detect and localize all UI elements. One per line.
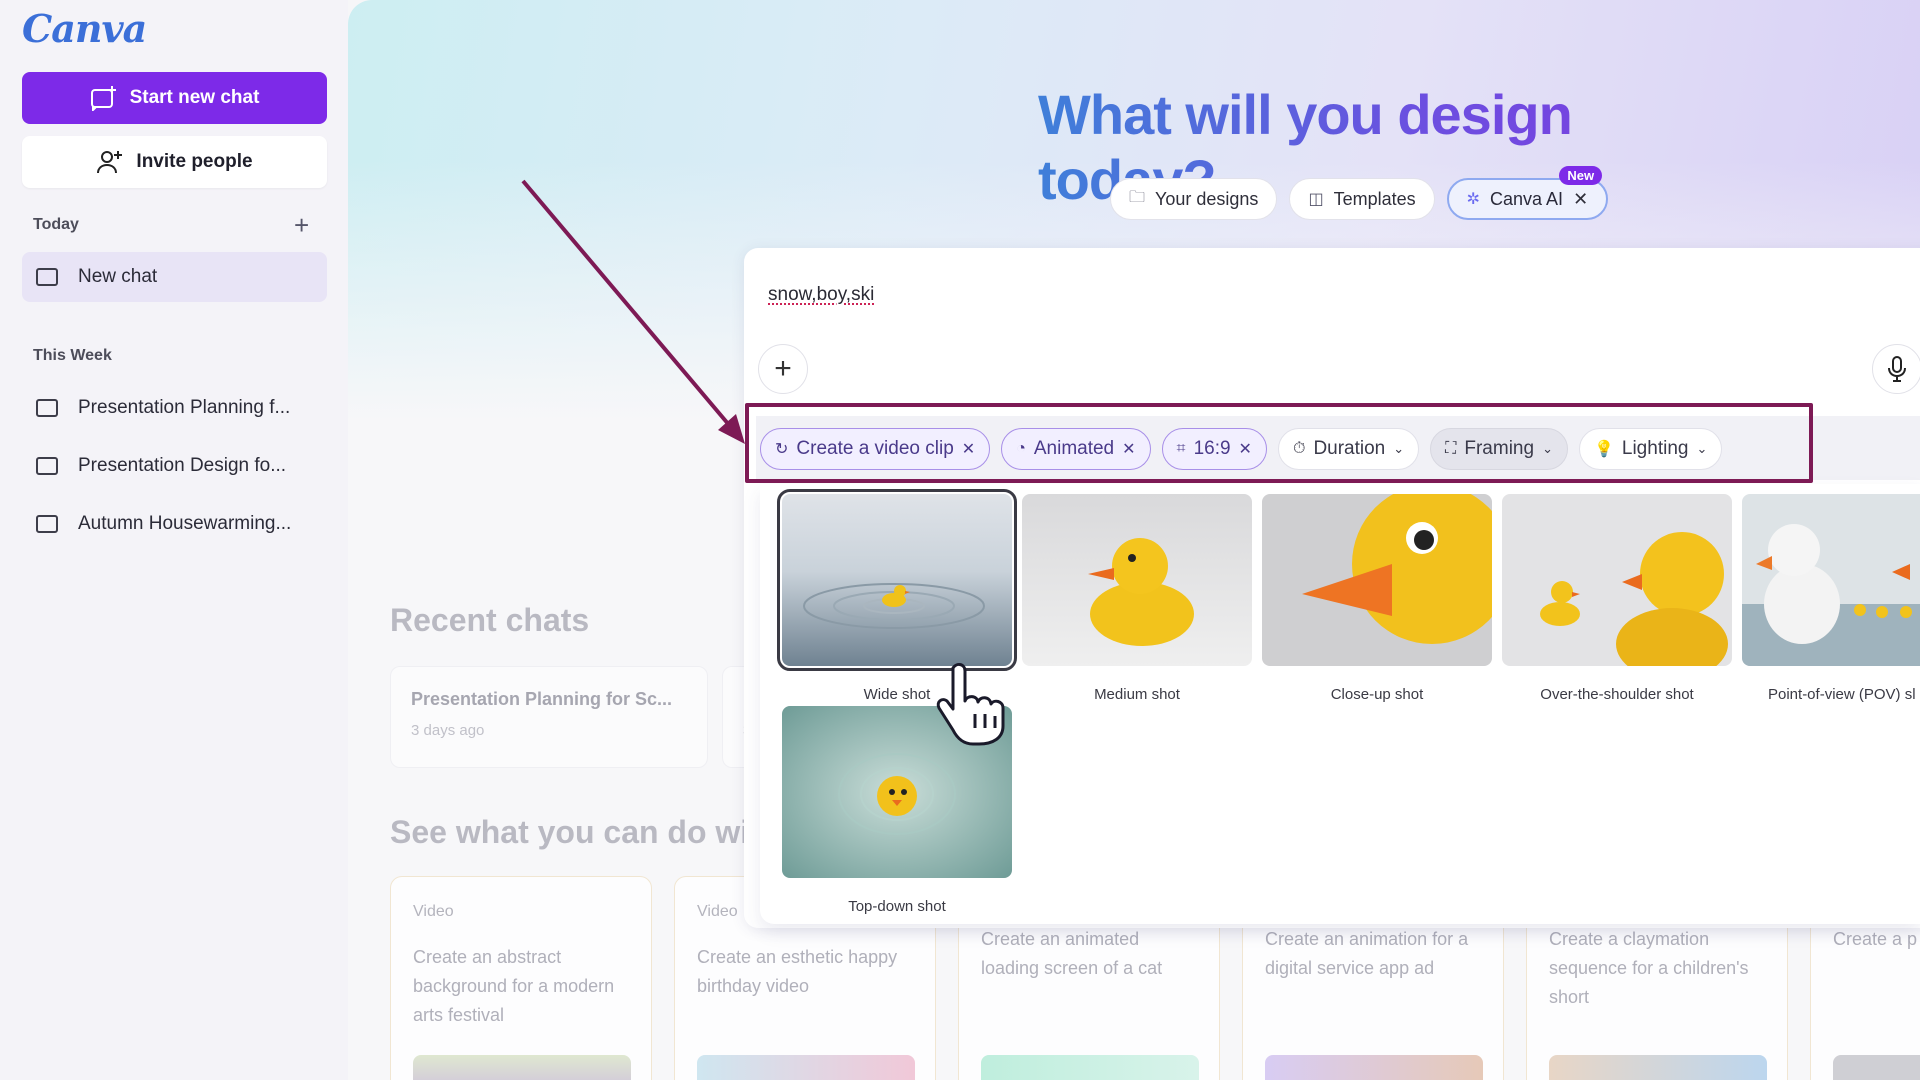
close-icon[interactable]: ✕ <box>1573 189 1588 210</box>
template-text: Create a claymation sequence for a child… <box>1549 929 1749 1007</box>
template-text: Create an animated loading screen of a c… <box>981 929 1163 978</box>
tab-label: Canva AI <box>1490 188 1564 209</box>
tab-templates[interactable]: ◫ Templates <box>1289 178 1435 220</box>
sidebar-item-chat[interactable]: Presentation Planning f... <box>22 383 327 433</box>
invite-people-button[interactable]: Invite people <box>22 136 327 188</box>
template-text: Create an animation for a digital servic… <box>1265 929 1469 978</box>
new-chat-icon <box>90 86 116 111</box>
this-week-label: This Week <box>33 347 112 364</box>
invite-people-label: Invite people <box>136 151 253 172</box>
sidebar-item-chat[interactable]: Presentation Design fo... <box>22 441 327 491</box>
recent-chats-title: Recent chats <box>390 602 590 638</box>
template-thumbnail <box>1549 1055 1767 1080</box>
framing-dropdown: Wide shot Medium shot Close-up shot Over… <box>760 484 1920 924</box>
template-thumbnail <box>697 1055 915 1080</box>
start-new-chat-button[interactable]: Start new chat <box>22 72 327 124</box>
recent-chat-title: Presentation Planning for Sc... <box>411 689 673 709</box>
chat-bubble-icon <box>36 399 58 417</box>
sidebar-item-new-chat[interactable]: New chat <box>22 252 327 302</box>
sidebar: Canva Start new chat Invite people Today… <box>0 0 348 1080</box>
add-chat-plus-icon[interactable]: + <box>294 212 309 238</box>
sidebar-item-label: Presentation Planning f... <box>78 397 291 418</box>
recent-chat-time: 3 days ago <box>411 722 485 739</box>
framing-thumbnail <box>1742 494 1920 666</box>
template-icon: ◫ <box>1308 191 1324 208</box>
tab-your-designs[interactable]: 🗀 Your designs <box>1110 178 1278 220</box>
today-label: Today <box>33 216 79 233</box>
tab-canva-ai[interactable]: ✲ Canva AI ✕ New <box>1446 166 1609 220</box>
framing-option-over-the-shoulder-shot[interactable]: Over-the-shoulder shot <box>1502 494 1732 703</box>
framing-option-label: Medium shot <box>1094 686 1180 703</box>
chat-bubble-icon <box>36 268 58 286</box>
template-text: Create an abstract background for a mode… <box>413 947 615 1025</box>
framing-option-label: Point-of-view (POV) sl <box>1768 686 1916 703</box>
prompt-input[interactable]: snow,boy,ski <box>768 284 874 306</box>
plus-icon: + <box>774 352 792 385</box>
tab-label: Your designs <box>1155 188 1259 209</box>
framing-thumbnail <box>1262 494 1492 666</box>
chat-bubble-icon <box>36 457 58 475</box>
framing-option-label: Over-the-shoulder shot <box>1540 686 1694 703</box>
framing-option-close-up-shot[interactable]: Close-up shot <box>1262 494 1492 703</box>
sidebar-item-label: New chat <box>78 266 158 287</box>
framing-option-pov-shot[interactable]: Point-of-view (POV) sl <box>1742 494 1920 703</box>
sidebar-item-label: Autumn Housewarming... <box>78 513 292 534</box>
chat-bubble-icon <box>36 515 58 533</box>
template-tag: Video <box>413 903 454 920</box>
template-thumbnail <box>1833 1055 1920 1080</box>
framing-thumbnail <box>1022 494 1252 666</box>
see-what-title: See what you can do wit <box>390 814 760 850</box>
hand-cursor-icon <box>936 662 1005 746</box>
microphone-icon <box>1888 356 1906 382</box>
sidebar-item-label: Presentation Design fo... <box>78 455 287 476</box>
sidebar-item-chat[interactable]: Autumn Housewarming... <box>22 499 327 549</box>
design-tabs: 🗀 Your designs ◫ Templates ✲ Canva AI ✕ … <box>1110 166 1609 220</box>
annotation-highlight-box <box>745 403 1813 483</box>
add-attachment-button[interactable]: + <box>758 344 808 394</box>
new-badge: New <box>1559 166 1603 185</box>
framing-option-label: Close-up shot <box>1330 686 1424 703</box>
template-card[interactable]: Video Create an abstract background for … <box>390 876 652 1080</box>
template-thumbnail <box>413 1055 631 1080</box>
framing-option-medium-shot[interactable]: Medium shot <box>1022 494 1252 703</box>
tab-label: Templates <box>1333 188 1416 209</box>
recent-chat-card[interactable]: Presentation Planning for Sc... 3 days a… <box>390 666 708 768</box>
add-person-icon <box>97 151 123 174</box>
start-new-chat-label: Start new chat <box>129 87 260 108</box>
template-text: Create a p a cocktail <box>1833 929 1920 949</box>
template-thumbnail <box>981 1055 1199 1080</box>
framing-thumbnail <box>1502 494 1732 666</box>
template-text: Create an esthetic happy birthday video <box>697 947 898 996</box>
framing-option-label: Top-down shot <box>848 898 946 915</box>
sparkle-icon: ✲ <box>1466 191 1481 208</box>
template-thumbnail <box>1265 1055 1483 1080</box>
framing-thumbnail <box>777 489 1017 671</box>
folder-icon: 🗀 <box>1129 188 1146 206</box>
canva-logo[interactable]: Canva <box>22 6 147 51</box>
microphone-button[interactable] <box>1872 344 1920 394</box>
